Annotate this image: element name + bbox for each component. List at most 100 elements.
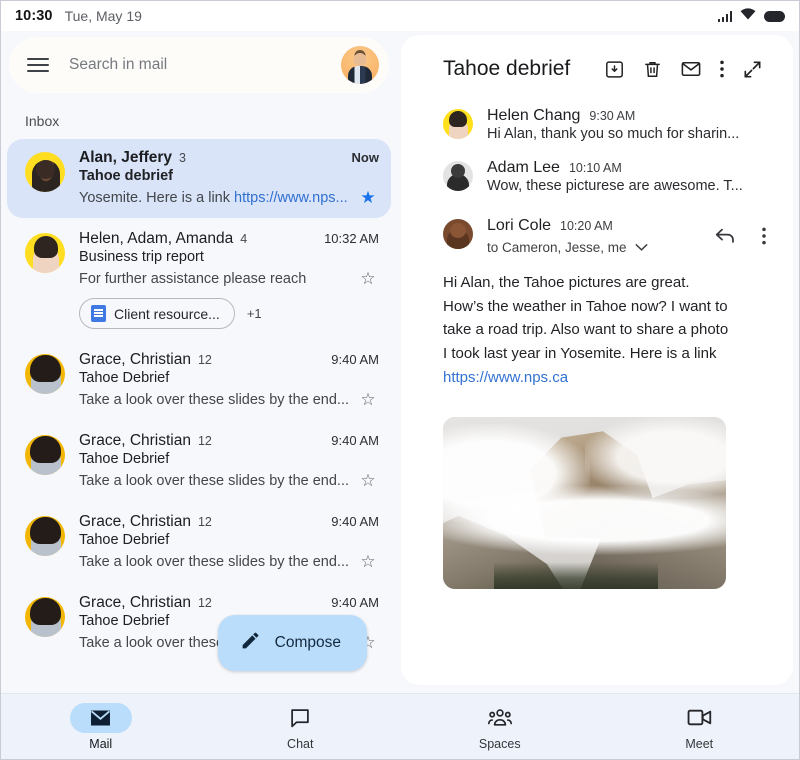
row-content: Alan, Jeffery 3 Now Tahoe debrief Yosemi… [79,149,379,208]
timestamp: 9:30 AM [589,109,635,123]
sender-name: Lori Cole [487,217,551,235]
search-input[interactable]: Search in mail [69,56,341,74]
status-bar: 10:30 Tue, May 19 [1,1,799,31]
thread-count: 12 [198,596,212,610]
timestamp: 9:40 AM [323,514,379,529]
nav-item-chat[interactable]: Chat [201,703,401,751]
star-icon[interactable]: ★ [357,188,379,208]
chat-icon [269,703,331,733]
list-item[interactable]: Helen Chang 9:30 AM Hi Alan, thank you s… [421,99,773,151]
avatar [443,109,473,139]
expand-icon[interactable] [742,59,763,80]
message-actions [714,217,773,255]
avatar [443,161,473,191]
account-avatar[interactable] [341,46,379,84]
star-icon[interactable]: ☆ [357,269,379,289]
sender-name: Alan, Jeffery [79,149,172,167]
avatar [25,152,65,192]
more-options-icon[interactable] [719,59,725,79]
star-icon[interactable]: ☆ [357,552,379,572]
nav-item-spaces[interactable]: Spaces [400,703,600,751]
nav-item-mail[interactable]: Mail [1,703,201,751]
yosemite-mountain-photo[interactable] [443,417,726,589]
row-content: Grace, Christian 12 9:40 AM Tahoe Debrie… [79,351,379,410]
chevron-down-icon[interactable] [635,243,648,252]
mark-unread-icon[interactable] [680,58,702,80]
meet-camera-icon [668,703,730,733]
more-options-icon[interactable] [761,226,767,246]
star-icon[interactable]: ☆ [357,471,379,491]
sender-name: Grace, Christian [79,594,191,612]
snippet: Take a look over these slides by the end… [79,392,357,408]
nav-label: Chat [287,737,313,751]
pencil-icon [240,630,261,656]
sender-name: Helen, Adam, Amanda [79,230,233,248]
subject: Tahoe debrief [79,168,173,184]
snippet: Take a look over these slides by the end… [79,473,357,489]
list-item[interactable]: Adam Lee 10:10 AM Wow, these picturese a… [421,151,773,203]
snippet: Hi Alan, thank you so much for sharin... [487,126,739,142]
avatar [25,435,65,475]
delete-icon[interactable] [642,59,663,80]
timestamp: 10:20 AM [560,219,613,233]
snippet-link[interactable]: https://www.nps... [234,190,348,206]
attachment-chip[interactable]: Client resource... [79,298,235,329]
message-body-link[interactable]: https://www.nps.ca [443,369,568,386]
avatar [25,233,65,273]
timestamp: 10:10 AM [569,161,622,175]
table-row[interactable]: Helen, Adam, Amanda 4 10:32 AM Business … [7,220,391,339]
table-row[interactable]: Grace, Christian 12 9:40 AM Tahoe Debrie… [7,503,391,582]
wifi-icon [740,7,756,25]
thread-count: 12 [198,353,212,367]
thread-count: 4 [240,232,247,246]
sender-name: Adam Lee [487,159,560,177]
sender-name: Helen Chang [487,107,580,125]
thread-count: 3 [179,151,186,165]
nav-item-meet[interactable]: Meet [600,703,800,751]
inbox-label: Inbox [1,93,397,139]
signal-icon [718,11,733,22]
page-title: Tahoe debrief [443,57,570,81]
sender-name: Grace, Christian [79,432,191,450]
row-content: Helen, Adam, Amanda 4 10:32 AM Business … [79,230,379,329]
nav-label: Spaces [479,737,521,751]
archive-icon[interactable] [604,59,625,80]
avatar [25,516,65,556]
open-message-header: Lori Cole 10:20 AM to Cameron, Jesse, me [487,217,714,255]
attachment-label: Client resource... [114,306,220,322]
detail-actions [604,58,769,80]
subject: Tahoe Debrief [79,532,169,548]
subject: Tahoe Debrief [79,370,169,386]
mail-list-pane: Search in mail Inbox Alan, Jeffery 3 Now… [1,31,397,693]
bottom-navigation: Mail Chat Spaces Meet [1,693,799,759]
avatar [25,354,65,394]
detail-header: Tahoe debrief [421,35,773,99]
row-content: Grace, Christian 12 9:40 AM Tahoe Debrie… [79,513,379,572]
timestamp: 9:40 AM [323,595,379,610]
thread-count: 12 [198,434,212,448]
detail-card: Tahoe debrief [401,35,793,685]
timestamp: Now [344,150,379,165]
search-bar[interactable]: Search in mail [9,37,389,93]
reply-icon[interactable] [714,226,737,246]
snippet: Take a look over these slides by the end… [79,554,357,570]
table-row[interactable]: Alan, Jeffery 3 Now Tahoe debrief Yosemi… [7,139,391,218]
snippet: Wow, these picturese are awesome. T... [487,178,743,194]
sender-name: Grace, Christian [79,513,191,531]
message-preview: Adam Lee 10:10 AM Wow, these picturese a… [487,159,773,195]
attachment-row: Client resource... +1 [79,298,379,329]
mail-list: Alan, Jeffery 3 Now Tahoe debrief Yosemi… [1,139,397,693]
compose-button[interactable]: Compose [218,615,367,671]
snippet: Yosemite. Here is a link https://www.nps… [79,190,357,206]
timestamp: 9:40 AM [323,433,379,448]
open-message: Lori Cole 10:20 AM to Cameron, Jesse, me [421,203,773,255]
table-row[interactable]: Grace, Christian 12 9:40 AM Tahoe Debrie… [7,341,391,420]
hamburger-menu-icon[interactable] [27,58,49,72]
recipients-label: to Cameron, Jesse, me [487,240,627,255]
star-icon[interactable]: ☆ [357,390,379,410]
timestamp: 10:32 AM [316,231,379,246]
recipients-row[interactable]: to Cameron, Jesse, me [487,240,714,255]
message-body-text: Hi Alan, the Tahoe pictures are great. H… [443,274,728,362]
row-content: Grace, Christian 12 9:40 AM Tahoe Debrie… [79,432,379,491]
table-row[interactable]: Grace, Christian 12 9:40 AM Tahoe Debrie… [7,422,391,501]
